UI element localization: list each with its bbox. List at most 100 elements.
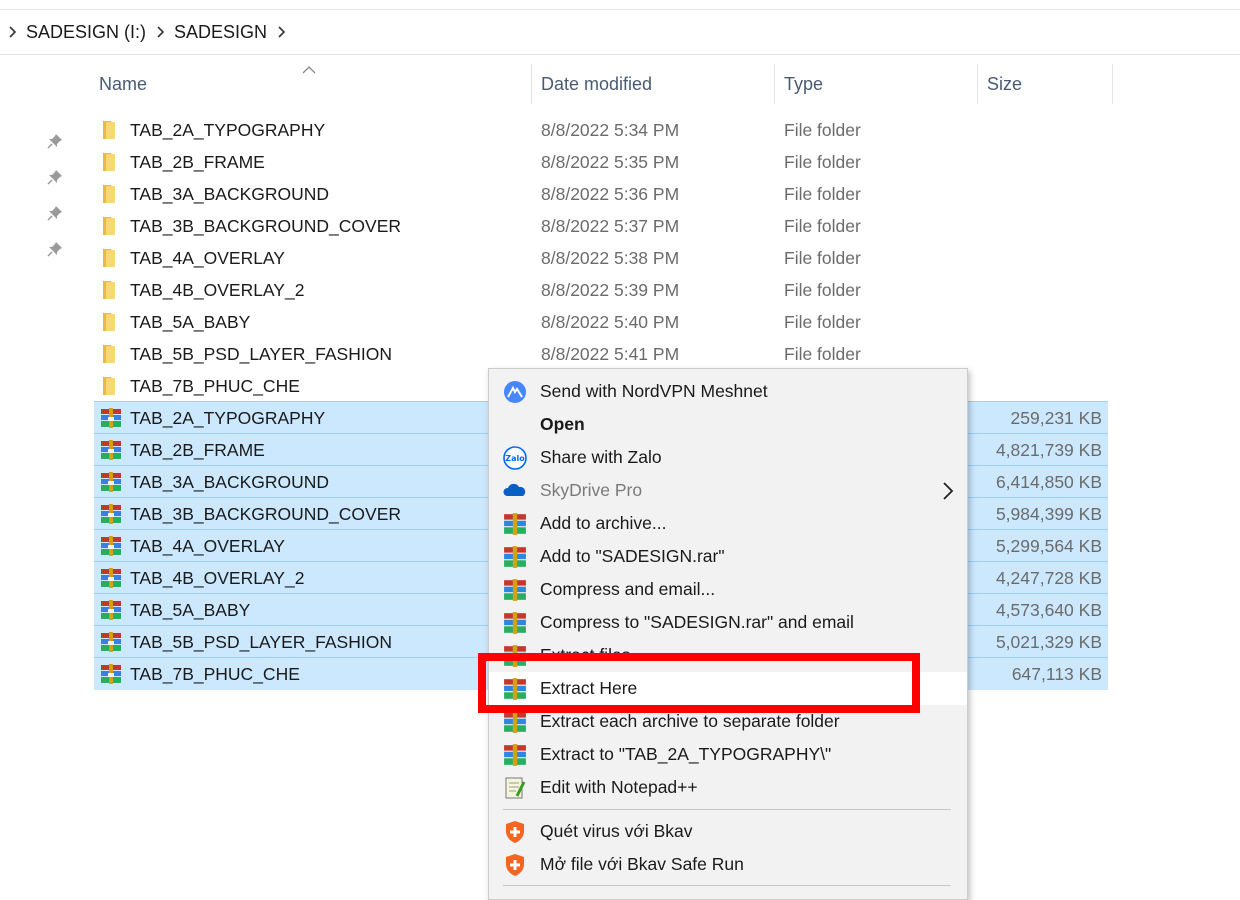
column-header-size[interactable]: Size [987, 62, 1022, 106]
menu-item-bkav-safe-run[interactable]: Mở file với Bkav Safe Run [489, 848, 967, 881]
breadcrumb-item-folder[interactable]: SADESIGN [174, 22, 267, 43]
menu-item-extract-here[interactable]: Extract Here [489, 672, 967, 705]
file-size: 6,414,850 KB [995, 471, 1102, 492]
pin-icon[interactable] [44, 166, 66, 188]
file-name: TAB_3A_BACKGROUND [130, 471, 330, 492]
menu-item-extract-to-folder[interactable]: Extract to "TAB_2A_TYPOGRAPHY\" [489, 738, 967, 771]
winrar-icon [504, 546, 526, 568]
file-name: TAB_3B_BACKGROUND_COVER [130, 215, 402, 236]
file-name: TAB_5A_BABY [130, 599, 251, 620]
sort-ascending-icon [302, 62, 316, 80]
file-type: File folder [784, 119, 861, 140]
winrar-icon [504, 612, 526, 634]
winrar-icon [504, 678, 526, 700]
menu-item-bkav-scan[interactable]: Quét virus với Bkav [489, 815, 967, 848]
menu-separator [503, 809, 951, 810]
file-name: TAB_5B_PSD_LAYER_FASHION [130, 631, 392, 652]
rar-archive-icon [101, 632, 121, 652]
folder-icon [103, 249, 115, 267]
notepadpp-icon [505, 777, 526, 799]
file-date: 8/8/2022 5:40 PM [541, 311, 680, 332]
file-name: TAB_3B_BACKGROUND_COVER [130, 503, 402, 524]
file-size: 647,113 KB [1011, 663, 1102, 684]
file-name: TAB_7B_PHUC_CHE [130, 375, 300, 396]
file-size: 4,821,739 KB [995, 439, 1102, 460]
file-date: 8/8/2022 5:36 PM [541, 183, 680, 204]
skydrive-icon [503, 483, 526, 496]
column-divider[interactable] [531, 64, 532, 104]
menu-item-notepadpp[interactable]: Edit with Notepad++ [489, 771, 967, 804]
file-size: 5,984,399 KB [995, 503, 1102, 524]
folder-icon [103, 377, 115, 395]
rar-archive-icon [101, 536, 121, 556]
file-type: File folder [784, 247, 861, 268]
list-item[interactable]: TAB_5B_PSD_LAYER_FASHION 8/8/2022 5:41 P… [94, 338, 1108, 370]
file-name: TAB_2A_TYPOGRAPHY [130, 407, 326, 428]
chevron-right-icon[interactable] [273, 24, 289, 40]
rar-archive-icon [101, 600, 121, 620]
list-item[interactable]: TAB_2A_TYPOGRAPHY 8/8/2022 5:34 PM File … [94, 114, 1108, 146]
bkav-icon [506, 854, 524, 876]
file-date: 8/8/2022 5:41 PM [541, 343, 680, 364]
list-item[interactable]: TAB_2B_FRAME 8/8/2022 5:35 PM File folde… [94, 146, 1108, 178]
menu-item-compress-rar-email[interactable]: Compress to "SADESIGN.rar" and email [489, 606, 967, 639]
chevron-right-icon[interactable] [4, 24, 20, 40]
column-divider[interactable] [1112, 64, 1113, 104]
column-header-type[interactable]: Type [784, 62, 823, 106]
breadcrumb[interactable]: SADESIGN (I:) SADESIGN [0, 10, 1240, 55]
window-top-edge [0, 0, 1240, 10]
folder-icon [103, 121, 115, 139]
winrar-icon [504, 645, 526, 667]
file-date: 8/8/2022 5:34 PM [541, 119, 680, 140]
winrar-icon [504, 579, 526, 601]
menu-item-add-to-archive[interactable]: Add to archive... [489, 507, 967, 540]
list-item[interactable]: TAB_5A_BABY 8/8/2022 5:40 PM File folder [94, 306, 1108, 338]
file-size: 259,231 KB [1010, 407, 1102, 428]
file-name: TAB_2B_FRAME [130, 439, 265, 460]
file-type: File folder [784, 183, 861, 204]
folder-icon [103, 313, 115, 331]
menu-item-extract-each[interactable]: Extract each archive to separate folder [489, 705, 967, 738]
list-item[interactable]: TAB_3A_BACKGROUND 8/8/2022 5:36 PM File … [94, 178, 1108, 210]
quick-access-pins [44, 130, 68, 274]
menu-item-extract-files[interactable]: Extract files... [489, 639, 967, 672]
menu-item-skydrive[interactable]: SkyDrive Pro [489, 474, 967, 507]
list-item[interactable]: TAB_4A_OVERLAY 8/8/2022 5:38 PM File fol… [94, 242, 1108, 274]
column-divider[interactable] [977, 64, 978, 104]
pin-icon[interactable] [44, 202, 66, 224]
context-menu: Send with NordVPN Meshnet Open Zalo Shar… [488, 368, 968, 900]
list-item[interactable]: TAB_4B_OVERLAY_2 8/8/2022 5:39 PM File f… [94, 274, 1108, 306]
column-header-date[interactable]: Date modified [541, 62, 652, 106]
pin-icon[interactable] [44, 130, 66, 152]
column-divider[interactable] [774, 64, 775, 104]
zalo-icon: Zalo [503, 446, 527, 470]
folder-icon [103, 153, 115, 171]
pin-icon[interactable] [44, 238, 66, 260]
folder-icon [103, 345, 115, 363]
rar-archive-icon [101, 408, 121, 428]
file-name: TAB_4A_OVERLAY [130, 535, 285, 556]
column-header-name[interactable]: Name [99, 62, 147, 106]
folder-icon [103, 217, 115, 235]
file-name: TAB_5A_BABY [130, 311, 251, 332]
menu-item-compress-email[interactable]: Compress and email... [489, 573, 967, 606]
winrar-icon [504, 711, 526, 733]
file-name: TAB_5B_PSD_LAYER_FASHION [130, 343, 392, 364]
menu-item-open[interactable]: Open [489, 408, 967, 441]
rar-archive-icon [101, 664, 121, 684]
file-size: 4,573,640 KB [995, 599, 1102, 620]
chevron-right-icon[interactable] [152, 24, 168, 40]
bkav-icon [506, 821, 524, 843]
menu-item-share-zalo[interactable]: Zalo Share with Zalo [489, 441, 967, 474]
menu-item-nordvpn[interactable]: Send with NordVPN Meshnet [489, 375, 967, 408]
winrar-icon [504, 513, 526, 535]
submenu-arrow-icon [943, 482, 954, 500]
list-item[interactable]: TAB_3B_BACKGROUND_COVER 8/8/2022 5:37 PM… [94, 210, 1108, 242]
breadcrumb-item-drive[interactable]: SADESIGN (I:) [26, 22, 146, 43]
menu-item-add-to-rar[interactable]: Add to "SADESIGN.rar" [489, 540, 967, 573]
column-header-row: Name Date modified Type Size [70, 62, 1130, 106]
file-type: File folder [784, 343, 861, 364]
winrar-icon [504, 744, 526, 766]
file-size: 5,021,329 KB [995, 631, 1102, 652]
file-type: File folder [784, 311, 861, 332]
